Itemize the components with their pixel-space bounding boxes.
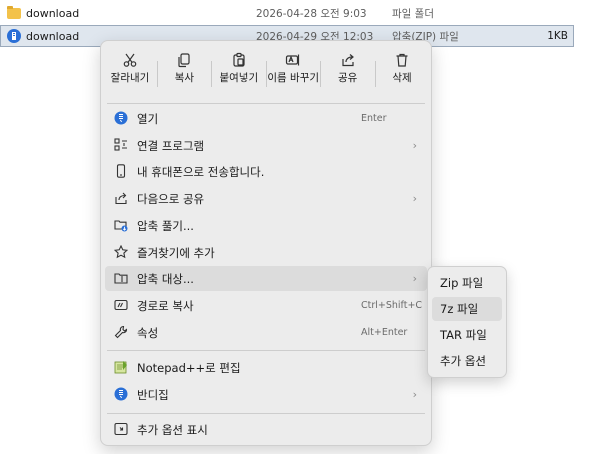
shortcut-label: Alt+Enter	[361, 327, 408, 338]
submenu-item-tar[interactable]: TAR 파일	[432, 323, 502, 347]
share-icon	[342, 54, 354, 67]
menu-item-label: 압축 대상...	[137, 271, 194, 286]
chevron-right-icon: ›	[412, 192, 417, 205]
open-with-icon	[114, 138, 127, 151]
submenu-item-label: TAR 파일	[440, 328, 487, 342]
submenu-item-label: 추가 옵션	[440, 354, 486, 368]
share-icon	[115, 192, 127, 205]
star-icon	[114, 245, 128, 259]
file-name: download	[26, 6, 80, 20]
menu-item-label: 추가 옵션 표시	[137, 422, 208, 437]
shortcut-label: Enter	[361, 113, 387, 124]
menu-item-compress-to[interactable]: 압축 대상... ›	[105, 266, 427, 291]
file-size: 1KB	[547, 30, 568, 42]
menu-item-bandizip[interactable]: 반디집 ›	[105, 382, 427, 407]
trash-icon	[396, 53, 408, 67]
file-row[interactable]: download 2026-04-28 오전 9:03 파일 폴더	[0, 2, 600, 24]
menu-item-add-favorites[interactable]: 즐겨찾기에 추가	[105, 240, 427, 265]
menu-item-label: 열기	[137, 111, 159, 126]
chevron-right-icon: ›	[412, 139, 417, 152]
menu-item-label: 속성	[137, 325, 159, 340]
delete-label: 삭제	[392, 72, 412, 84]
menu-item-open-with[interactable]: 연결 프로그램 ›	[105, 133, 427, 158]
more-options-icon	[114, 422, 128, 436]
rename-button[interactable]: 이름 바꾸기	[266, 47, 320, 103]
open-icon	[114, 111, 128, 125]
menu-item-properties[interactable]: 속성 Alt+Enter	[105, 320, 427, 345]
rename-icon	[286, 54, 300, 66]
file-type: 파일 폴더	[392, 7, 434, 20]
menu-item-label: 다음으로 공유	[137, 191, 205, 206]
menu-item-label: Notepad++로 편집	[137, 360, 241, 375]
menu-item-label: 경로로 복사	[137, 298, 194, 313]
menu-item-send-to-phone[interactable]: 내 휴대폰으로 전송합니다.	[105, 159, 427, 184]
menu-item-notepadpp[interactable]: Notepad++로 편집	[105, 355, 427, 380]
bandizip-icon	[114, 387, 128, 401]
notepad-icon	[114, 361, 127, 374]
menu-item-extract[interactable]: 압축 풀기...	[105, 213, 427, 238]
menu-item-label: 내 휴대폰으로 전송합니다.	[137, 164, 265, 179]
copy-button[interactable]: 복사	[157, 47, 211, 103]
phone-icon	[116, 164, 126, 178]
scissors-icon	[123, 53, 137, 67]
file-name: download	[26, 29, 80, 43]
compress-icon	[114, 273, 128, 284]
cut-button[interactable]: 잘라내기	[103, 47, 157, 103]
menu-item-share-with[interactable]: 다음으로 공유 ›	[105, 186, 427, 211]
path-icon	[114, 299, 128, 311]
submenu-item-more-options[interactable]: 추가 옵션	[432, 349, 502, 373]
context-menu: 잘라내기 복사 붙여넣기 이름 바꾸기 공유 삭제 열기 Enter 연결 프로…	[100, 40, 432, 446]
cut-label: 잘라내기	[110, 72, 150, 84]
chevron-right-icon: ›	[412, 272, 417, 285]
submenu-item-label: 7z 파일	[440, 302, 479, 316]
menu-divider	[107, 350, 425, 351]
menu-item-label: 압축 풀기...	[137, 218, 194, 233]
zip-icon	[7, 29, 21, 43]
paste-label: 붙여넣기	[219, 72, 259, 84]
context-toolbar: 잘라내기 복사 붙여넣기 이름 바꾸기 공유 삭제	[103, 47, 429, 103]
shortcut-label: Ctrl+Shift+C	[361, 300, 423, 311]
menu-item-copy-path[interactable]: 경로로 복사 Ctrl+Shift+C	[105, 293, 427, 318]
share-label: 공유	[337, 72, 358, 84]
copy-label: 복사	[174, 72, 195, 84]
file-date: 2026-04-28 오전 9:03	[256, 7, 367, 20]
folder-icon	[7, 6, 21, 19]
submenu-item-label: Zip 파일	[440, 276, 484, 290]
wrench-icon	[114, 325, 128, 339]
copy-icon	[178, 53, 191, 68]
menu-item-show-more-options[interactable]: 추가 옵션 표시	[105, 417, 427, 442]
paste-button[interactable]: 붙여넣기	[212, 47, 266, 103]
menu-divider	[107, 103, 425, 104]
share-button[interactable]: 공유	[321, 47, 375, 103]
menu-divider	[107, 413, 425, 414]
rename-label: 이름 바꾸기	[267, 72, 320, 84]
menu-item-open[interactable]: 열기 Enter	[105, 106, 427, 131]
paste-icon	[233, 52, 245, 67]
compress-submenu: Zip 파일 7z 파일 TAR 파일 추가 옵션	[427, 266, 507, 378]
extract-icon	[114, 220, 128, 232]
submenu-item-7z[interactable]: 7z 파일	[432, 297, 502, 321]
delete-button[interactable]: 삭제	[375, 47, 429, 103]
menu-item-label: 즐겨찾기에 추가	[137, 245, 215, 260]
menu-item-label: 연결 프로그램	[137, 138, 205, 153]
menu-item-label: 반디집	[137, 387, 169, 402]
chevron-right-icon: ›	[412, 388, 417, 401]
submenu-item-zip[interactable]: Zip 파일	[432, 271, 502, 295]
